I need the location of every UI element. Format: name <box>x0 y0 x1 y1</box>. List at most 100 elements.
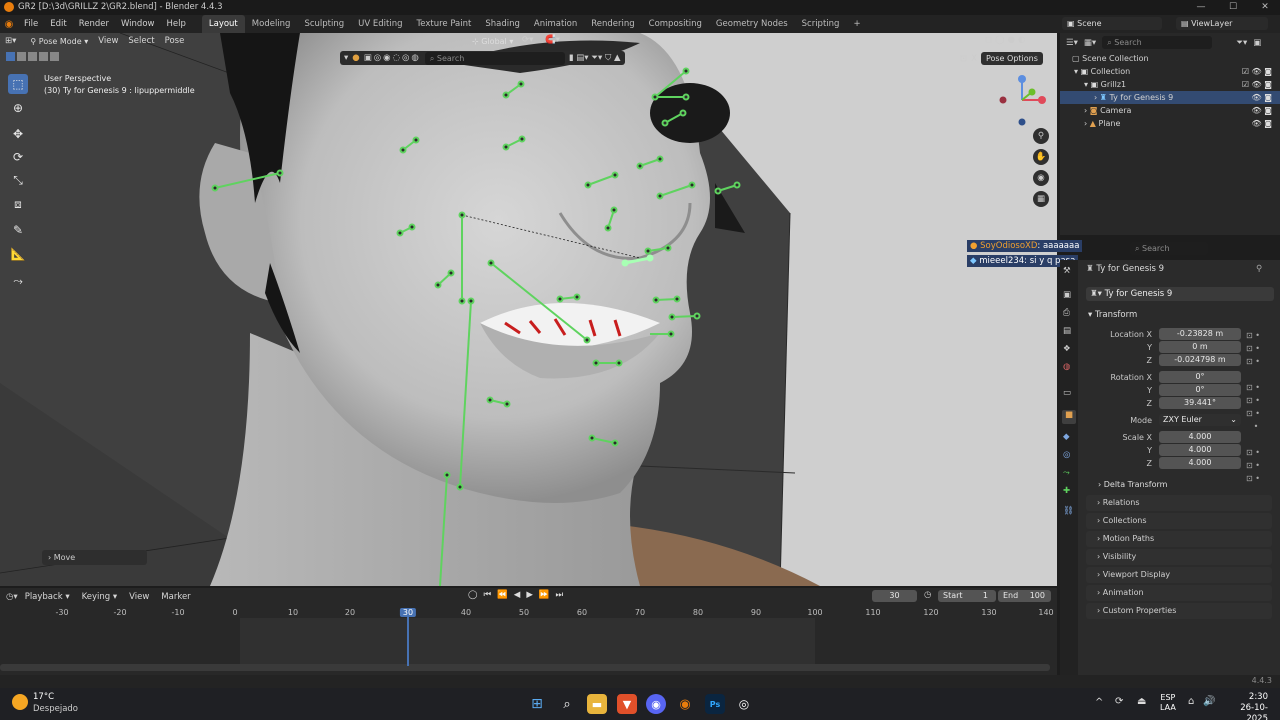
outliner-search-input[interactable]: ⌕ Search <box>1102 36 1213 49</box>
current-frame-marker[interactable]: 30 <box>399 608 417 617</box>
transform-affect-icon[interactable]: ⊡ <box>960 54 967 64</box>
world-tab-icon[interactable]: ◍ <box>1063 362 1070 372</box>
select-box-tool-icon[interactable]: ⬚ <box>8 74 28 94</box>
menu-playback[interactable]: Playback ▾ <box>20 589 75 606</box>
grid-view-icon[interactable]: ▦ <box>1033 191 1049 207</box>
scene-tab-icon[interactable]: ❖ <box>1063 344 1071 354</box>
timeline-editor-icon[interactable]: ◷▾ <box>6 592 18 602</box>
pin-icon[interactable]: ⚲ <box>1256 264 1262 274</box>
mode-selector[interactable]: ⚲ Pose Mode ▾ <box>25 35 93 48</box>
filter-icon[interactable]: ▾ <box>344 53 348 63</box>
maximize-button[interactable]: ☐ <box>1218 0 1248 15</box>
transform-tool-icon[interactable]: ⧈ <box>8 194 28 214</box>
current-frame-field[interactable]: 30 <box>872 590 917 602</box>
blender-taskbar-icon[interactable]: ◉ <box>675 694 695 714</box>
tab-scripting[interactable]: Scripting <box>795 15 847 33</box>
display-mode-icon[interactable]: ▦▾ <box>1084 38 1096 48</box>
tab-modeling[interactable]: Modeling <box>245 15 298 33</box>
blender-menu-icon[interactable]: ◉ <box>0 19 18 30</box>
frame-range-clock-icon[interactable]: ◷ <box>924 590 931 600</box>
orientation-selector[interactable]: ⊹ Global ▾ <box>467 35 518 48</box>
tray-usb-icon[interactable]: ⏏ <box>1137 696 1146 707</box>
object-color-icon[interactable]: ● <box>352 53 359 63</box>
outliner-editor-icon[interactable]: ☰▾ <box>1066 38 1078 48</box>
menu-timeline-view[interactable]: View <box>124 589 154 606</box>
visibility-icons[interactable]: 👁 ◙ <box>1252 104 1272 117</box>
location-x-field[interactable]: -0.23828 m <box>1159 328 1241 340</box>
rotation-y-field[interactable]: 0° <box>1159 384 1241 396</box>
editor-type-icon[interactable]: ⊞▾ <box>0 33 21 50</box>
tab-rendering[interactable]: Rendering <box>584 15 641 33</box>
move-tool-icon[interactable]: ✥ <box>8 124 28 144</box>
collection-tab-icon[interactable]: ▭ <box>1063 388 1071 398</box>
tab-layout[interactable]: Layout <box>201 15 245 33</box>
auto-key-icon[interactable]: ◯ <box>468 590 478 600</box>
view-layer-selector[interactable]: ▤ ViewLayer <box>1176 17 1268 30</box>
end-frame-field[interactable]: End 100 <box>998 590 1051 602</box>
toggle-icons[interactable]: ▣◎◉◌◎◍ <box>364 53 421 63</box>
playhead[interactable] <box>407 610 409 666</box>
tab-shading[interactable]: Shading <box>478 15 527 33</box>
tab-animation[interactable]: Animation <box>527 15 584 33</box>
outliner-row-armature[interactable]: › ♜ Ty for Genesis 9 👁 ◙ <box>1060 91 1280 104</box>
navigation-gizmo[interactable] <box>998 72 1048 128</box>
tray-sync-icon[interactable]: ⟳ <box>1115 696 1123 707</box>
menu-render[interactable]: Render <box>73 15 115 33</box>
visibility-icons[interactable]: ☑ 👁 ◙ <box>1242 78 1272 91</box>
viewport-search-input[interactable]: ⌕ Search <box>424 51 565 65</box>
location-y-field[interactable]: 0 m <box>1159 341 1241 353</box>
play-icon[interactable]: ▶ <box>526 590 533 600</box>
jump-start-icon[interactable]: ⏮ <box>484 590 492 600</box>
render-tab-icon[interactable]: ▣ <box>1063 290 1071 300</box>
pose-tool-icon[interactable]: ⤳ <box>8 271 28 291</box>
tray-overflow-icon[interactable]: ^ <box>1095 697 1103 708</box>
jump-end-icon[interactable]: ⏭ <box>555 590 563 600</box>
tab-sculpting[interactable]: Sculpting <box>297 15 351 33</box>
visibility-icons[interactable]: 👁 ◙ <box>1252 117 1272 130</box>
select-new-icon[interactable] <box>6 52 15 61</box>
scene-selector[interactable]: ▣ Scene <box>1062 17 1162 30</box>
visibility-icons[interactable]: 👁 ◙ <box>1252 91 1272 104</box>
discord-icon[interactable]: ◉ <box>646 694 666 714</box>
physics-tab-icon[interactable]: ◎ <box>1063 450 1070 460</box>
outliner-row-grillz1[interactable]: ▾ ▣ Grillz1 ☑ 👁 ◙ <box>1060 78 1280 91</box>
menu-marker[interactable]: Marker <box>156 589 195 606</box>
rotation-x-field[interactable]: 0° <box>1159 371 1241 383</box>
tab-uv-editing[interactable]: UV Editing <box>351 15 409 33</box>
select-subtract-icon[interactable] <box>28 52 37 61</box>
last-operator-panel[interactable]: › Move <box>42 550 147 565</box>
section-collections[interactable]: › Collections <box>1086 513 1272 529</box>
section-viewport-display[interactable]: › Viewport Display <box>1086 567 1272 583</box>
outliner-row-scene-collection[interactable]: ▢ Scene Collection <box>1060 52 1280 65</box>
pivot-icon[interactable]: ⟳▾ <box>522 35 533 45</box>
menu-select[interactable]: Select <box>123 33 159 50</box>
new-collection-icon[interactable]: ▣ <box>1253 38 1261 48</box>
lock-icons[interactable]: ⊡ • ⊡ • ⊡ • ⊡ • ⊡ • ⊡ • • ⊡ • ⊡ • ⊡ • <box>1246 329 1260 485</box>
object-tab-icon[interactable]: ■ <box>1062 410 1076 424</box>
outliner-filter-icon[interactable]: ⏷▾ <box>1236 38 1247 48</box>
object-name-field[interactable]: ♜▾ Ty for Genesis 9 <box>1086 287 1274 301</box>
measure-tool-icon[interactable]: 📐 <box>8 244 28 264</box>
clock[interactable]: 2:30 26-10-2025 <box>1224 692 1268 720</box>
select-invert-icon[interactable] <box>39 52 48 61</box>
pan-hand-icon[interactable]: ✋ <box>1033 149 1049 165</box>
menu-pose[interactable]: Pose <box>160 33 190 50</box>
menu-edit[interactable]: Edit <box>44 15 72 33</box>
snap-icon[interactable]: 🧲▾ <box>545 35 560 45</box>
section-visibility[interactable]: › Visibility <box>1086 549 1272 565</box>
timeline-scrollbar[interactable] <box>0 664 1050 671</box>
bookmark-icon[interactable]: ▮ ▤▾ ⏷▾ ⛉ ▲ <box>569 53 621 63</box>
viewport-shading-icons[interactable]: ◻◯●◐ <box>985 35 1028 45</box>
next-keyframe-icon[interactable]: ⏩ <box>539 590 550 600</box>
prev-keyframe-icon[interactable]: ⏪ <box>497 590 508 600</box>
menu-view[interactable]: View <box>93 33 123 50</box>
rotation-z-field[interactable]: 39.441° <box>1159 397 1241 409</box>
scale-z-field[interactable]: 4.000 <box>1159 457 1241 469</box>
bone-constraint-tab-icon[interactable]: ⛓ <box>1063 506 1074 516</box>
section-motion-paths[interactable]: › Motion Paths <box>1086 531 1272 547</box>
modifier-tab-icon[interactable]: ◆ <box>1063 432 1070 442</box>
tab-texture-paint[interactable]: Texture Paint <box>410 15 479 33</box>
outliner-row-camera[interactable]: › ◙ Camera 👁 ◙ <box>1060 104 1280 117</box>
section-animation[interactable]: › Animation <box>1086 585 1272 601</box>
section-custom-properties[interactable]: › Custom Properties <box>1086 603 1272 619</box>
